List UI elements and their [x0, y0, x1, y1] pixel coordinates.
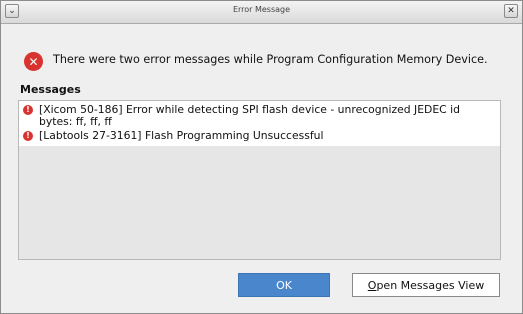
window-title: Error Message	[232, 5, 291, 14]
messages-label: Messages	[20, 83, 81, 96]
error-icon: !	[23, 105, 33, 115]
title-bar: ⌄ Error Message ✕	[1, 1, 522, 24]
close-icon: ✕	[507, 5, 515, 16]
ok-button-label: OK	[276, 278, 292, 292]
message-row[interactable]: ! [Labtools 27-3161] Flash Programming U…	[23, 130, 494, 142]
message-text: [Xicom 50-186] Error while detecting SPI…	[39, 103, 461, 128]
close-button[interactable]: ✕	[504, 4, 518, 18]
error-summary: There were two error messages while Prog…	[53, 53, 488, 66]
error-message-dialog: ⌄ Error Message ✕ ✕ There were two error…	[0, 0, 523, 314]
ok-button[interactable]: OK	[238, 273, 330, 297]
open-messages-mnemonic: O	[367, 278, 377, 292]
open-messages-view-button[interactable]: Open Messages View	[352, 273, 500, 297]
message-text: [Labtools 27-3161] Flash Programming Uns…	[39, 129, 324, 142]
message-row[interactable]: ! [Xicom 50-186] Error while detecting S…	[23, 104, 494, 128]
error-icon: ✕	[24, 52, 43, 71]
error-icon: !	[23, 131, 33, 141]
open-messages-label: pen Messages View	[376, 278, 485, 292]
messages-list-content: ! [Xicom 50-186] Error while detecting S…	[19, 101, 500, 146]
messages-list[interactable]: ! [Xicom 50-186] Error while detecting S…	[18, 100, 501, 260]
